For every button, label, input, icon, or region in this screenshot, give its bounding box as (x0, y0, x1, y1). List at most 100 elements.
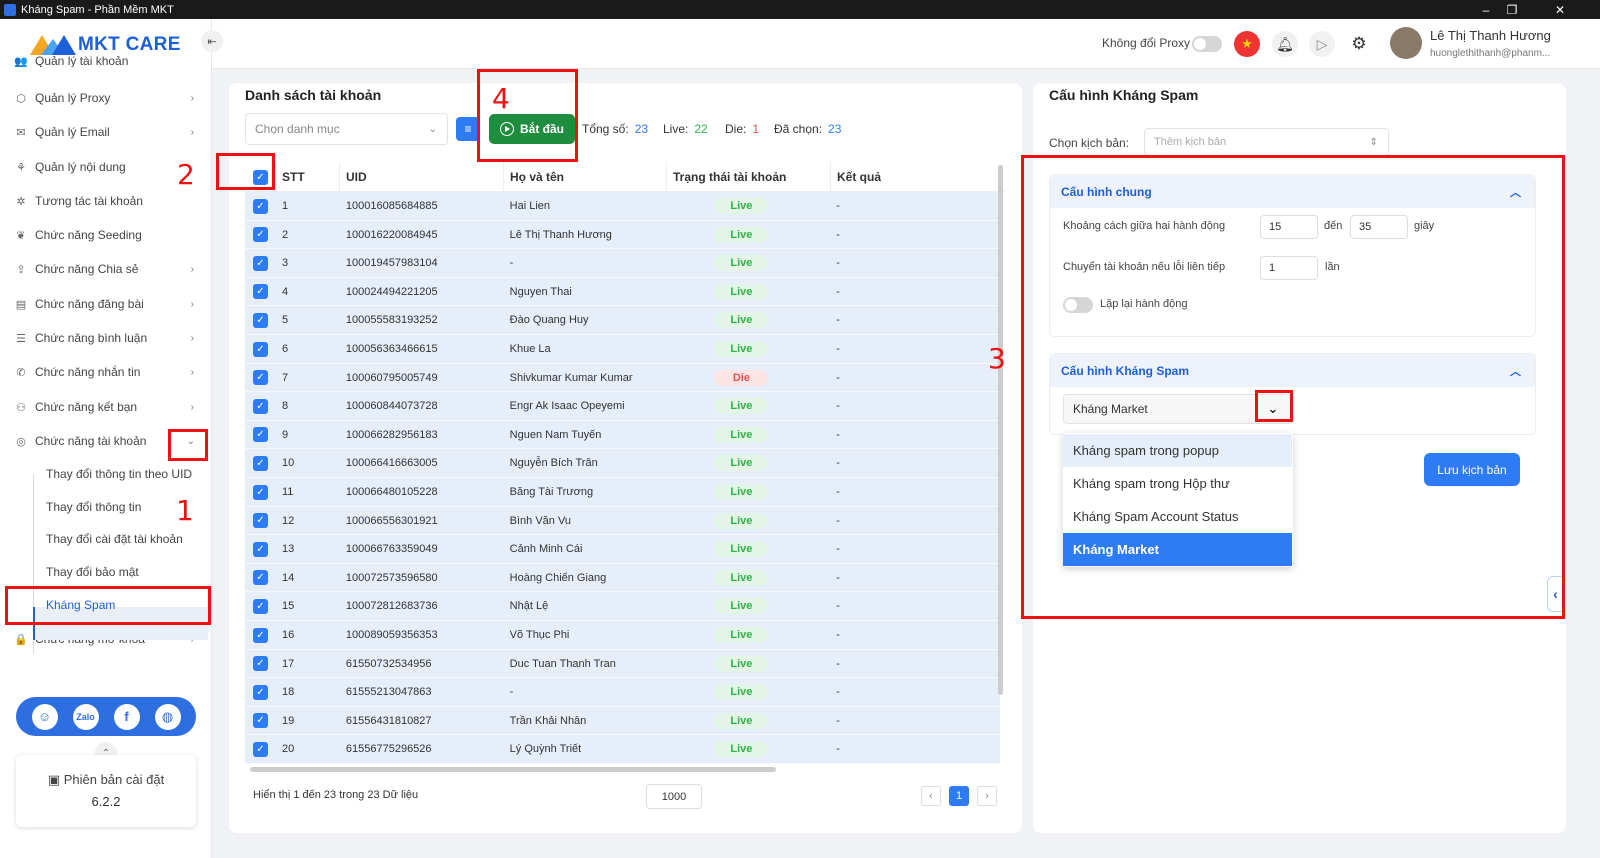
status-badge: Live (714, 627, 769, 643)
table-row[interactable]: ✓ 20 61556775296526 Lý Quỳnh Triết Live - (245, 735, 1000, 764)
row-checkbox[interactable]: ✓ (245, 535, 276, 563)
row-checkbox[interactable]: ✓ (245, 392, 276, 420)
submenu-security[interactable]: Thay đổi bảo mật (46, 565, 139, 579)
table-row[interactable]: ✓ 5 100055583193252 Đào Quang Huy Live - (245, 306, 1000, 335)
sidebar-item-accounts[interactable]: 👥 Quản lý tài khoản (0, 55, 212, 67)
sidebar-item-interact[interactable]: ✲ Tương tác tài khoản (0, 189, 212, 213)
sidebar-item-proxy[interactable]: ⬡ Quản lý Proxy › (0, 86, 212, 110)
bell-icon[interactable]: 🔔︎ (1272, 31, 1298, 57)
status-badge: Live (714, 426, 769, 443)
submenu-account-settings[interactable]: Thay đổi cài đặt tài khoản (46, 532, 183, 546)
close-button[interactable]: ✕ (1540, 0, 1580, 19)
row-checkbox[interactable]: ✓ (245, 306, 276, 334)
collapse-sidebar-button[interactable]: ⇤ (201, 30, 223, 52)
social-links-bar: ☺ Zalo f ◍ (16, 697, 196, 736)
cell-name: Duc Tuan Thanh Tran (509, 657, 616, 670)
page-1-button[interactable]: 1 (949, 786, 969, 806)
table-row[interactable]: ✓ 14 100072573596580 Hoàng Chiến Giang Live - (245, 563, 1000, 593)
row-checkbox[interactable]: ✓ (245, 249, 276, 277)
sidebar-item-label: Quản lý Proxy (35, 91, 111, 105)
annotation-box-2 (216, 153, 275, 190)
row-checkbox[interactable]: ✓ (245, 621, 276, 649)
play-video-icon[interactable]: ▷ (1309, 31, 1335, 57)
table-row[interactable]: ✓ 17 61550732534956 Duc Tuan Thanh Tran Live… (245, 649, 1000, 679)
per-page-input[interactable]: 1000 (646, 784, 702, 809)
gear-icon[interactable]: ⚙ (1346, 31, 1372, 57)
row-checkbox[interactable]: ✓ (245, 678, 276, 706)
cell-name: Võ Thục Phi (509, 629, 570, 641)
sidebar-item-comment[interactable]: ☰ Chức năng bình luận › (0, 326, 212, 350)
comment-icon: ☰ (16, 332, 26, 345)
maximize-button[interactable]: ❐ (1492, 0, 1532, 19)
sidebar-item-email[interactable]: ✉ Quản lý Email › (0, 120, 212, 144)
row-checkbox[interactable]: ✓ (245, 707, 276, 735)
cell-stt: 17 (281, 657, 295, 670)
table-row[interactable]: ✓ 1 100016085684885 Hai Lien Live - (245, 192, 1000, 221)
table-row[interactable]: ✓ 11 100066480105228 Băng Tài Trương Live - (245, 478, 1000, 507)
row-checkbox[interactable]: ✓ (245, 564, 276, 592)
row-checkbox[interactable]: ✓ (245, 221, 276, 249)
content-icon: ⚘ (16, 161, 26, 174)
submenu-change-info-uid[interactable]: Thay đổi thông tin theo UID (46, 467, 192, 481)
table-row[interactable]: ✓ 7 100060795005749 Shivkumar Kumar Kumar Di… (245, 363, 1000, 393)
row-checkbox[interactable]: ✓ (245, 592, 276, 620)
prev-page-button[interactable]: ‹ (921, 786, 941, 806)
table-horizontal-scrollbar[interactable] (250, 767, 776, 772)
avatar[interactable] (1390, 27, 1422, 59)
website-globe-icon[interactable]: ◍ (154, 703, 181, 730)
table-row[interactable]: ✓ 18 61555213047863 - Live - (245, 678, 1000, 707)
script-select[interactable]: Thêm kịch bản ⇕ (1144, 128, 1389, 156)
row-checkbox[interactable]: ✓ (245, 192, 276, 220)
row-checkbox[interactable]: ✓ (245, 278, 276, 306)
support-chat-icon[interactable]: ☺ (31, 703, 58, 730)
row-checkbox[interactable]: ✓ (245, 735, 276, 763)
table-row[interactable]: ✓ 16 100089059356353 Võ Thục Phi Live - (245, 621, 1000, 650)
table-row[interactable]: ✓ 9 100066282956183 Nguen Nam Tuyến Live - (245, 420, 1000, 450)
proxy-toggle[interactable] (1192, 36, 1222, 52)
zalo-icon[interactable]: Zalo (72, 703, 99, 730)
row-checkbox[interactable]: ✓ (245, 507, 276, 535)
cell-stt: 19 (281, 714, 295, 727)
row-checkbox[interactable]: ✓ (245, 364, 276, 392)
sidebar-item-message[interactable]: ✆ Chức năng nhắn tin › (0, 360, 212, 384)
row-checkbox[interactable]: ✓ (245, 449, 276, 477)
sidebar-item-add-friend[interactable]: ⚇ Chức năng kết bạn › (0, 395, 212, 419)
cell-uid: 100055583193252 (345, 314, 438, 327)
table-row[interactable]: ✓ 2 100016220084945 Lê Thị Thanh Hương Live - (245, 220, 1000, 250)
table-row[interactable]: ✓ 4 100024494221205 Nguyen Thai Live - (245, 277, 1000, 307)
row-checkbox[interactable]: ✓ (245, 478, 276, 506)
cell-status: Live (666, 707, 830, 735)
table-row[interactable]: ✓ 10 100066416663005 Nguyễn Bích Trân Live - (245, 449, 1000, 478)
submenu-change-info[interactable]: Thay đổi thông tin (46, 500, 141, 514)
table-row[interactable]: ✓ 6 100056363466615 Khue La Live - (245, 335, 1000, 364)
table-row[interactable]: ✓ 3 100019457983104 - Live - (245, 249, 1000, 278)
cell-status: Live (666, 278, 830, 306)
sidebar-item-label: Chức năng Seeding (35, 228, 142, 242)
table-row[interactable]: ✓ 19 61556431810827 Trần Khải Nhân Live - (245, 706, 1000, 736)
table-vertical-scrollbar[interactable] (998, 165, 1003, 695)
message-icon: ✆ (16, 366, 26, 379)
vietnam-flag-icon[interactable]: ★ (1234, 31, 1260, 57)
next-page-button[interactable]: › (977, 786, 997, 806)
cell-result: - (836, 629, 840, 641)
table-row[interactable]: ✓ 13 100066763359049 Cảnh Minh Cái Live - (245, 535, 1000, 564)
category-select[interactable]: Chọn danh mục ⌄ (245, 113, 448, 145)
status-badge: Live (714, 484, 769, 500)
stat-total-value: 23 (634, 122, 649, 136)
annotation-number-2: 2 (177, 158, 195, 191)
status-badge: Live (714, 283, 769, 300)
table-row[interactable]: ✓ 8 100060844073728 Engr Ak Isaac Opeyemi Li… (245, 392, 1000, 421)
facebook-icon[interactable]: f (113, 703, 140, 730)
sidebar-item-post[interactable]: ▤ Chức năng đăng bài › (0, 292, 212, 316)
stat-live-value: 22 (694, 122, 708, 136)
chevron-right-icon: › (190, 92, 194, 104)
row-checkbox[interactable]: ✓ (245, 421, 276, 449)
row-checkbox[interactable]: ✓ (245, 650, 276, 678)
cell-uid: 100060795005749 (345, 371, 438, 384)
table-row[interactable]: ✓ 15 100072812683736 Nhật Lệ Live - (245, 592, 1000, 621)
sidebar-item-seeding[interactable]: ❦ Chức năng Seeding (0, 223, 212, 247)
table-row[interactable]: ✓ 12 100066556301921 Bình Văn Vu Live - (245, 506, 1000, 536)
cell-result: - (836, 314, 840, 327)
row-checkbox[interactable]: ✓ (245, 335, 276, 363)
sidebar-item-share[interactable]: ⇪ Chức năng Chia sẻ › (0, 257, 212, 281)
